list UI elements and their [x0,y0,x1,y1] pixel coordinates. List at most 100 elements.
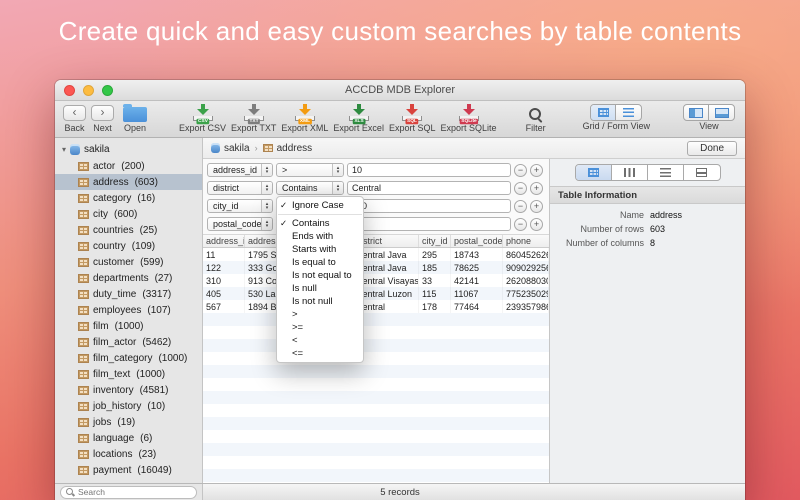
sidebar-search-field[interactable] [60,486,197,499]
sidebar-item-address[interactable]: address(603) [55,174,202,190]
menu-item-is-null[interactable]: Is null [277,282,363,295]
sidebar-item-departments[interactable]: departments(27) [55,270,202,286]
tab-table-info[interactable] [576,165,612,180]
menu-item-ignore-case[interactable]: ✓ Ignore Case [277,199,363,212]
add-filter-button[interactable]: + [530,200,543,213]
export-xml-button[interactable]: XMLExport XML [281,103,328,133]
next-button[interactable]: › [91,105,114,121]
filter-value-input[interactable] [347,199,511,213]
zoom-window-button[interactable] [102,85,113,96]
sidebar-item-film[interactable]: film(1000) [55,318,202,334]
export-txt-button[interactable]: TXTExport TXT [231,103,276,133]
sidebar-item-city[interactable]: city(600) [55,206,202,222]
export-csv-button[interactable]: CSVExport CSV [179,103,226,133]
sidebar-item-country[interactable]: country(109) [55,238,202,254]
sidebar-item-locations[interactable]: locations(23) [55,446,202,462]
filter-field-dropdown[interactable]: postal_code▴▾ [207,217,273,231]
sidebar-item-category[interactable]: category(16) [55,190,202,206]
column-header-postal-code[interactable]: postal_code [451,235,503,247]
sidebar-item-film_category[interactable]: film_category(1000) [55,350,202,366]
breadcrumb-table[interactable]: address [263,143,313,154]
remove-filter-button[interactable]: − [514,200,527,213]
tab-columns[interactable] [612,165,648,180]
sidebar-item-jobs[interactable]: jobs(19) [55,414,202,430]
tab-rows[interactable] [648,165,684,180]
menu-item-is-not-null[interactable]: Is not null [277,295,363,308]
sidebar-item-label: address [93,177,129,188]
back-button[interactable]: ‹ [63,105,86,121]
bottombar-layout-button[interactable] [709,105,734,120]
sidebar-item-actor[interactable]: actor(200) [55,158,202,174]
filter-operator-dropdown[interactable]: >▴▾ [276,163,344,177]
filter-field-dropdown[interactable]: city_id▴▾ [207,199,273,213]
sidebar-item-film_actor[interactable]: film_actor(5462) [55,334,202,350]
menu-item-op[interactable]: >= [277,321,363,334]
disclosure-triangle-icon[interactable]: ▾ [62,145,66,154]
done-button[interactable]: Done [687,141,737,156]
filter-value-input[interactable] [347,163,511,177]
sidebar-item-duty_time[interactable]: duty_time(3317) [55,286,202,302]
table-cell: 178 [419,300,451,313]
sidebar-item-job_history[interactable]: job_history(10) [55,398,202,414]
sidebar-layout-button[interactable] [684,105,709,120]
menu-item-op[interactable]: <= [277,347,363,360]
add-filter-button[interactable]: + [530,182,543,195]
menu-item-starts-with[interactable]: Starts with [277,243,363,256]
table-row[interactable]: 111795 SantiaCentral Java295187438604526… [203,248,549,261]
column-header-phone[interactable]: phone [503,235,549,247]
sidebar-item-payment[interactable]: payment(16049) [55,462,202,478]
sidebar-search-input[interactable] [78,487,191,497]
sidebar-item-countries[interactable]: countries(25) [55,222,202,238]
tab-form[interactable] [684,165,720,180]
filter-value-input[interactable] [347,181,511,195]
filter-operator-dropdown[interactable]: Contains▴▾ [276,181,344,195]
close-window-button[interactable] [64,85,75,96]
export-label: Export XML [281,123,328,133]
open-button-item[interactable]: Open [123,103,147,133]
breadcrumb-root[interactable]: sakila [211,143,250,154]
sidebar-item-customer[interactable]: customer(599) [55,254,202,270]
remove-filter-button[interactable]: − [514,182,527,195]
column-header-city-id[interactable]: city_id [419,235,451,247]
minimize-window-button[interactable] [83,85,94,96]
table-cell: 185 [419,261,451,274]
back-button-item[interactable]: ‹ Back [63,103,86,133]
menu-item-contains[interactable]: ✓Contains [277,217,363,230]
sidebar-item-sakila[interactable]: ▾ sakila [55,141,202,158]
titlebar[interactable]: ACCDB MDB Explorer [55,80,745,101]
menu-item-ends-with[interactable]: Ends with [277,230,363,243]
menu-item-op[interactable]: < [277,334,363,347]
remove-filter-button[interactable]: − [514,164,527,177]
export-sql-button[interactable]: SQLExport SQL [389,103,436,133]
chevron-left-icon: ‹ [73,105,77,119]
sidebar-item-language[interactable]: language(6) [55,430,202,446]
sidebar-item-employees[interactable]: employees(107) [55,302,202,318]
export-sqlite-button[interactable]: SQLiteExport SQLite [440,103,496,133]
add-filter-button[interactable]: + [530,218,543,231]
table-icon [78,290,89,299]
table-row[interactable]: 310913 CoacalCentral Visayas334214126208… [203,274,549,287]
form-view-button[interactable] [616,105,641,120]
filter-field-dropdown[interactable]: district▴▾ [207,181,273,195]
table-row[interactable]: 405530 LausanCentral Luzon11511067775235… [203,287,549,300]
grid-view-button[interactable] [591,105,616,120]
export-xls-button[interactable]: XLSExport Excel [333,103,384,133]
filter-value-input[interactable] [347,217,511,231]
table-icon [78,258,89,267]
filter-field-dropdown[interactable]: address_id▴▾ [207,163,273,177]
remove-filter-button[interactable]: − [514,218,527,231]
sidebar-item-film_text[interactable]: film_text(1000) [55,366,202,382]
menu-item-is-not-equal-to[interactable]: Is not equal to [277,269,363,282]
hero-title: Create quick and easy custom searches by… [0,16,800,47]
add-filter-button[interactable]: + [530,164,543,177]
column-header-address-id[interactable]: address_id [203,235,245,247]
checkmark-icon: ✓ [280,217,287,230]
filter-button-item[interactable]: Filter [526,103,546,133]
menu-item-is-equal-to[interactable]: Is equal to [277,256,363,269]
next-button-item[interactable]: › Next [91,103,114,133]
table-row[interactable]: 5671894 Boa VCentral1787746423935798666 [203,300,549,313]
table-row[interactable]: 122333 GoiniaCentral Java185786259090292… [203,261,549,274]
table-icon [78,194,89,203]
menu-item-op[interactable]: > [277,308,363,321]
sidebar-item-inventory[interactable]: inventory(4581) [55,382,202,398]
